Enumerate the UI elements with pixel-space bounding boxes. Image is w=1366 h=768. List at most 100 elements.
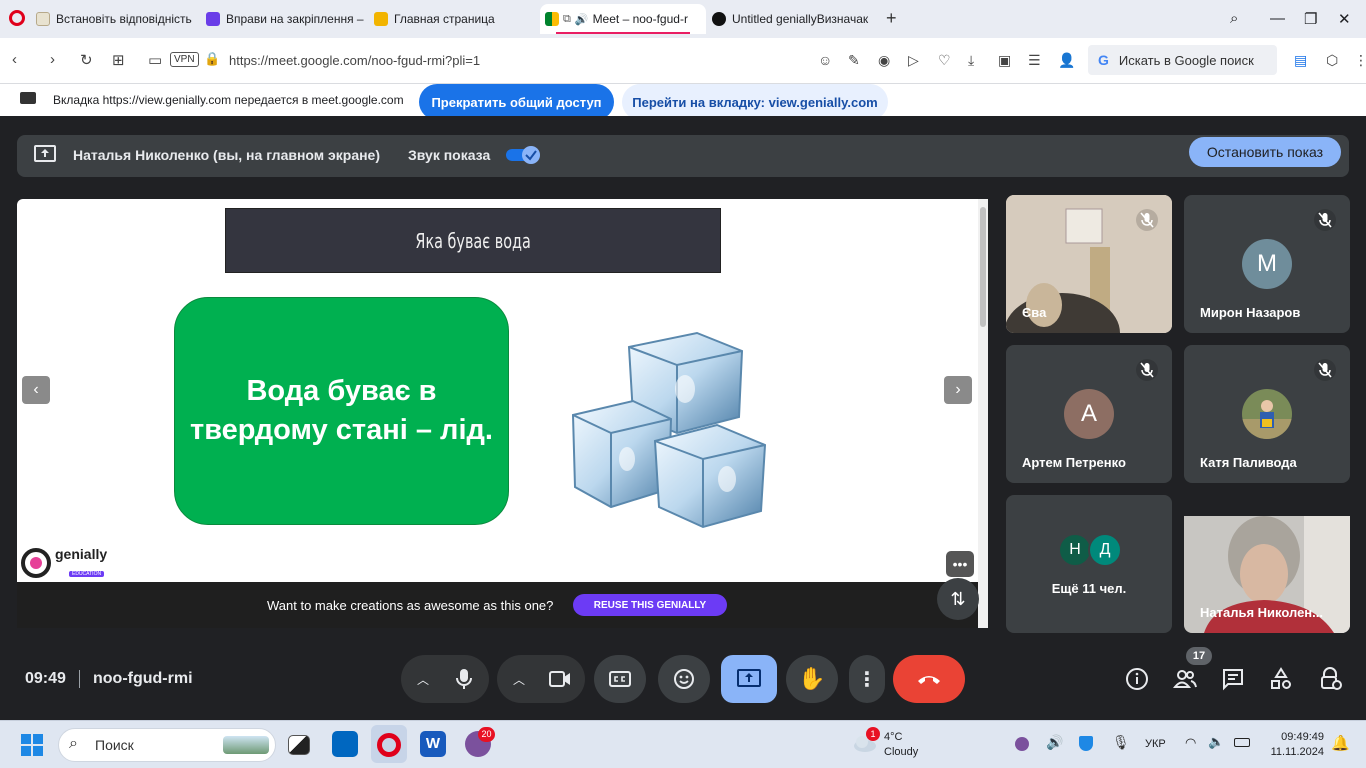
genially-icon	[712, 12, 726, 26]
captions-icon	[609, 671, 631, 687]
presented-slide[interactable]: Яка буває вода Вода буває в твердому ста…	[17, 199, 988, 628]
mic-options-chevron-icon[interactable]: ︿	[417, 671, 429, 688]
tab-exercises[interactable]: Вправи на закріплення –	[206, 4, 366, 34]
screen-share-icon	[20, 92, 36, 104]
wifi-icon[interactable]: ◠	[1185, 735, 1196, 751]
reuse-genially-button[interactable]: REUSE THIS GENIALLY	[573, 594, 727, 616]
close-icon[interactable]: ✕	[1338, 10, 1351, 28]
meeting-time: 09:49	[25, 670, 66, 687]
people-icon[interactable]	[1173, 667, 1197, 691]
volume-tray-icon[interactable]: 🔊	[1046, 734, 1063, 751]
screenshot-icon[interactable]: ▣	[998, 52, 1011, 69]
stop-sharing-button[interactable]: Прекратить общий доступ	[419, 84, 614, 120]
profile-card-icon	[374, 12, 388, 26]
system-clock[interactable]: 09:49:49 11.11.2024	[1264, 730, 1324, 760]
more-participants-tile[interactable]: Н Д Ещё 11 чел.	[1006, 495, 1172, 633]
go-to-tab-button[interactable]: Перейти на вкладку: view.genially.com	[622, 84, 888, 120]
slide-prev-button[interactable]: ‹	[22, 376, 50, 404]
avatar: Н	[1058, 533, 1092, 567]
camera-permission-icon[interactable]: ▭	[148, 51, 162, 69]
notifications-bell-icon[interactable]: 🔔	[1331, 734, 1350, 752]
raise-hand-icon: ✋	[798, 666, 826, 691]
taskbar-search-label: Поиск	[95, 737, 134, 753]
share-sound-toggle[interactable]	[506, 145, 542, 165]
participant-tile-katya[interactable]: Катя Паливода	[1184, 345, 1350, 483]
back-icon[interactable]: ‹	[12, 51, 17, 68]
participant-tile-self[interactable]: Наталья Николен...	[1184, 516, 1350, 633]
slide-next-button[interactable]: ›	[944, 376, 972, 404]
participants-count-badge: 17	[1186, 647, 1212, 665]
present-now-button[interactable]	[721, 655, 777, 703]
slide-text-box: Вода буває в твердому стані – лід.	[174, 297, 509, 525]
windows-start-icon[interactable]	[21, 734, 43, 756]
extensions-icon[interactable]: ⬡	[1326, 52, 1338, 69]
stop-presenting-button[interactable]: Остановить показ	[1189, 137, 1341, 167]
slide-more-button[interactable]: •••	[946, 551, 974, 577]
download-icon[interactable]: ⤓	[968, 52, 974, 69]
forward-icon[interactable]: ›	[50, 51, 55, 68]
participant-tile-eva[interactable]: Єва	[1006, 195, 1172, 333]
input-language[interactable]: УКР	[1145, 738, 1166, 750]
camera-options-chevron-icon[interactable]: ︿	[513, 671, 525, 688]
menu-dots-icon[interactable]: ⋮	[1354, 52, 1366, 69]
snapshot-icon[interactable]: ◉	[878, 52, 890, 69]
camera-icon[interactable]	[549, 671, 571, 687]
taskbar-search[interactable]: ⌕ Поиск	[58, 728, 276, 762]
swap-layout-button[interactable]: ⇅	[937, 578, 979, 620]
mic-icon[interactable]	[455, 668, 473, 690]
word-icon[interactable]: W	[420, 731, 446, 757]
slide-text-line-2: твердому стані – лід.	[190, 414, 493, 446]
participant-tile-artem[interactable]: А Артем Петренко	[1006, 345, 1172, 483]
raise-hand-button[interactable]: ✋	[786, 655, 838, 703]
google-search-field[interactable]: G Искать в Google поиск	[1088, 45, 1277, 75]
tab-label: Встановіть відповідність	[56, 12, 192, 26]
genially-logo-text: genially	[55, 546, 108, 562]
reload-icon[interactable]: ↻	[80, 51, 93, 69]
viber-tray-icon[interactable]	[1015, 737, 1029, 751]
tabs-grid-icon[interactable]: ⊞	[112, 51, 125, 69]
lock-icon[interactable]: 🔒	[204, 51, 220, 67]
mic-tray-icon[interactable]: 🎙	[1112, 734, 1130, 751]
activities-icon[interactable]	[1269, 667, 1293, 691]
url-field[interactable]: https://meet.google.com/noo-fgud-rmi?pli…	[229, 53, 480, 68]
tab-match[interactable]: Встановіть відповідність	[36, 4, 196, 34]
defender-icon[interactable]	[1079, 736, 1093, 751]
maximize-icon[interactable]: ❐	[1304, 10, 1317, 28]
opera-logo-icon[interactable]	[9, 10, 25, 26]
task-view-icon[interactable]	[288, 735, 310, 755]
heart-icon[interactable]: ♡	[938, 52, 951, 69]
tab-genially[interactable]: Untitled geniallyВизначак	[712, 4, 872, 34]
send-icon[interactable]: ▷	[908, 52, 919, 69]
vpn-badge[interactable]: VPN	[170, 52, 199, 67]
speaker-icon[interactable]: 🔈	[1208, 734, 1224, 750]
edit-icon[interactable]: ✎	[848, 52, 860, 69]
captions-button[interactable]	[594, 655, 646, 703]
tab-home[interactable]: Главная страница	[374, 4, 534, 34]
sidebar-icon[interactable]: ▤	[1294, 52, 1307, 69]
chat-icon[interactable]	[1221, 667, 1245, 691]
slide-title: Яка буває вода	[225, 208, 721, 273]
host-controls-icon[interactable]	[1318, 667, 1342, 691]
emoji-icon[interactable]: ☺	[818, 52, 832, 68]
meeting-info-icon[interactable]	[1125, 667, 1149, 691]
meet-window: Наталья Николенко (вы, на главном экране…	[0, 116, 1366, 720]
slide-scrollbar[interactable]	[978, 199, 988, 628]
minimize-icon[interactable]: —	[1270, 10, 1285, 27]
leave-call-button[interactable]	[893, 655, 965, 703]
scrollbar-thumb[interactable]	[980, 207, 986, 327]
presenter-name: Наталья Николенко (вы, на главном экране…	[73, 147, 381, 163]
store-icon[interactable]	[332, 731, 358, 757]
reactions-button[interactable]	[658, 655, 710, 703]
battery-icon[interactable]	[1234, 738, 1250, 747]
profile-icon[interactable]: 👤	[1058, 52, 1075, 69]
presentation-bar: Наталья Николенко (вы, на главном экране…	[17, 135, 1349, 177]
participant-tile-myron[interactable]: М Мирон Назаров	[1184, 195, 1350, 333]
windows-taskbar: ⌕ Поиск W 20 1 4°C Cloudy 🔊 🎙 УКР ◠ 🔈 09…	[0, 720, 1366, 768]
google-search-placeholder: Искать в Google поиск	[1118, 52, 1254, 68]
more-options-button[interactable]: ⋮	[849, 655, 885, 703]
easy-setup-icon[interactable]: ☰	[1028, 52, 1041, 69]
tab-meet[interactable]: ⧉ 🔊 Meet – noo-fgud-r	[540, 4, 706, 34]
tab-search-icon[interactable]: ⌕	[1230, 10, 1238, 27]
new-tab-button[interactable]: +	[886, 8, 897, 29]
weather-widget[interactable]: 4°C Cloudy	[884, 730, 918, 760]
